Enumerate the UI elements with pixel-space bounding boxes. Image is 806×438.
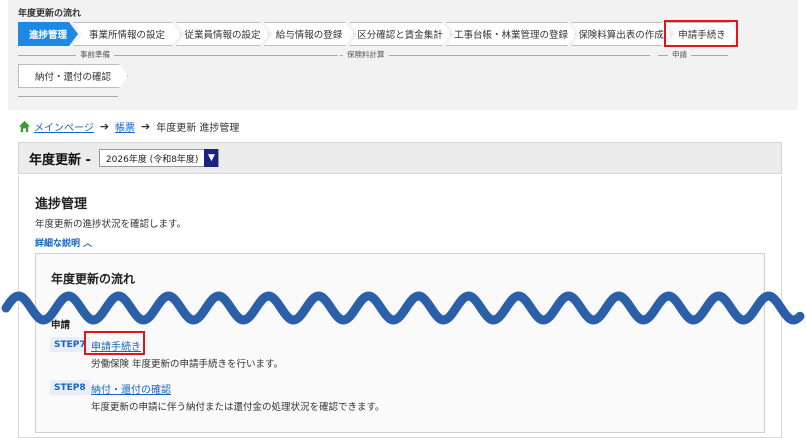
breadcrumb-reports[interactable]: 帳票 bbox=[115, 119, 135, 134]
phase-line-prep bbox=[18, 55, 338, 56]
step-salary-registration[interactable]: 給与情報の登録 bbox=[264, 22, 354, 46]
step-application[interactable]: 申請手続き bbox=[666, 22, 738, 46]
arrow-right-icon: ➔ bbox=[99, 119, 110, 133]
phase-prep: 事前準備 bbox=[76, 49, 114, 60]
wave-divider bbox=[1, 291, 805, 325]
progress-title: 進捗管理 bbox=[35, 197, 88, 212]
group-label-apply: 申請 bbox=[51, 320, 71, 331]
flow-box-title: 年度更新の流れ bbox=[51, 272, 136, 286]
breadcrumb-home[interactable]: メインページ bbox=[34, 119, 94, 134]
step-progress[interactable]: 進捗管理 bbox=[18, 22, 78, 46]
flow-title: 年度更新の流れ bbox=[18, 9, 82, 19]
step8-link[interactable]: 納付・還付の確認 bbox=[91, 381, 171, 396]
progress-description: 年度更新の進捗状況を確認します。 bbox=[35, 219, 187, 230]
breadcrumb: メインページ ➔ 帳票 ➔ 年度更新 進捗管理 bbox=[18, 118, 239, 134]
step-premium-sheet[interactable]: 保険料算出表の作成 bbox=[571, 22, 671, 46]
step7-description: 労働保険 年度更新の申請手続きを行います。 bbox=[91, 359, 284, 370]
step-payment-refund[interactable]: 納付・還付の確認 bbox=[18, 64, 128, 88]
phase-calc: 保険料計算 bbox=[343, 49, 389, 60]
arrow-right-icon: ➔ bbox=[141, 119, 151, 133]
step-employee-settings[interactable]: 従業員情報の設定 bbox=[176, 22, 269, 46]
fiscal-title: 年度更新 - bbox=[29, 152, 91, 168]
phase-apply: 申請 bbox=[668, 49, 691, 60]
step7-badge: STEP7 bbox=[50, 337, 90, 352]
fiscal-year-value: 2026年度 (令和8年度) bbox=[105, 154, 199, 165]
fiscal-year-select[interactable]: 2026年度 (令和8年度) ▼ bbox=[98, 149, 220, 167]
chevron-down-icon: ▼ bbox=[204, 149, 219, 167]
breadcrumb-current: 年度更新 進捗管理 bbox=[156, 122, 240, 134]
flow-steps: 進捗管理 事業所情報の設定 従業員情報の設定 給与情報の登録 区分確認と賃金集計… bbox=[18, 22, 798, 46]
step-construction-ledger[interactable]: 工事台帳・林業管理の登録 bbox=[446, 22, 576, 46]
fiscal-year-bar: 年度更新 - 2026年度 (令和8年度) ▼ bbox=[18, 142, 782, 174]
phase-row: 事前準備 保険料計算 申請 bbox=[18, 49, 738, 61]
progress-line bbox=[18, 96, 118, 97]
step7-link[interactable]: 申請手続き bbox=[91, 338, 141, 353]
detail-toggle-link[interactable]: 詳細な説明 ︿ bbox=[35, 236, 92, 249]
step8-badge: STEP8 bbox=[50, 380, 90, 395]
step-category-wage[interactable]: 区分確認と賃金集計 bbox=[349, 22, 451, 46]
step8-description: 年度更新の申請に伴う納付または還付金の処理状況を確認できます。 bbox=[91, 402, 385, 413]
home-icon bbox=[18, 120, 31, 132]
step-office-settings[interactable]: 事業所情報の設定 bbox=[73, 22, 181, 46]
